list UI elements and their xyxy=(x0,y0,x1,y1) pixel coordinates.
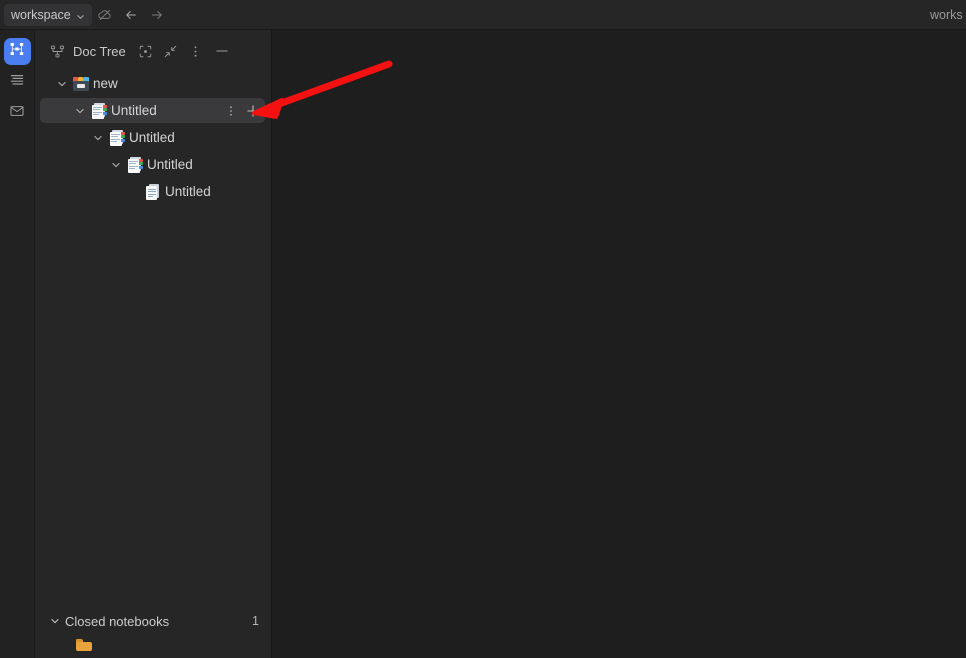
top-bar: workspace works xyxy=(0,0,966,30)
activity-rail xyxy=(0,30,35,658)
bookmark-tabs-icon xyxy=(125,156,145,173)
closed-notebooks-section: Closed notebooks 1 xyxy=(35,609,271,658)
bookmark-tabs-icon xyxy=(107,129,127,146)
chevron-down-icon[interactable] xyxy=(49,615,63,627)
main-content-area xyxy=(272,30,966,658)
card-index-dividers-icon xyxy=(71,76,91,92)
more-vertical-icon[interactable] xyxy=(186,42,205,61)
doc-tree-icon xyxy=(48,42,67,61)
rail-item-doc-tree[interactable] xyxy=(3,38,31,65)
closed-notebooks-label: Closed notebooks xyxy=(65,613,170,629)
collapse-arrows-icon[interactable] xyxy=(161,42,180,61)
doc-tree-icon xyxy=(9,41,25,62)
tree-row-label: Untitled xyxy=(129,130,175,145)
doc-tree-list: new Untitled Untitled Untitled Untitled xyxy=(35,66,271,609)
outline-icon xyxy=(9,72,25,93)
chevron-down-icon[interactable] xyxy=(89,129,107,147)
tree-row-label: Untitled xyxy=(147,157,193,172)
page-facing-up-icon xyxy=(143,183,163,200)
tree-row-label: Untitled xyxy=(111,103,157,118)
chevron-down-icon xyxy=(76,10,85,19)
tree-row-label: Untitled xyxy=(165,184,211,199)
rail-item-outline[interactable] xyxy=(4,69,31,96)
mail-icon xyxy=(9,103,25,124)
tree-row-label: new xyxy=(93,76,118,91)
chevron-down-icon[interactable] xyxy=(71,102,89,120)
closed-notebook-item[interactable] xyxy=(35,633,271,658)
chevron-down-icon[interactable] xyxy=(53,75,71,93)
more-vertical-icon[interactable] xyxy=(221,101,240,120)
tree-row-doc-3[interactable]: Untitled xyxy=(40,152,265,177)
folder-icon xyxy=(76,637,92,655)
focus-target-icon[interactable] xyxy=(136,42,155,61)
panel-title: Doc Tree xyxy=(73,43,126,59)
workspace-selector-label: workspace xyxy=(11,7,71,22)
chevron-down-icon[interactable] xyxy=(107,156,125,174)
tree-row-doc-4[interactable]: Untitled xyxy=(40,179,265,204)
closed-notebooks-header[interactable]: Closed notebooks 1 xyxy=(35,609,271,633)
panel-header: Doc Tree xyxy=(35,36,271,66)
workspace-selector-button[interactable]: workspace xyxy=(4,3,92,26)
tree-row-doc-2[interactable]: Untitled xyxy=(40,125,265,150)
doc-tree-panel: Doc Tree new Untitled Untitled Untitled … xyxy=(35,30,272,658)
forward-navigation-button[interactable] xyxy=(144,4,170,26)
minimize-icon[interactable] xyxy=(213,42,232,61)
back-navigation-button[interactable] xyxy=(118,4,144,26)
bookmark-tabs-icon xyxy=(89,102,109,119)
plus-icon[interactable] xyxy=(243,101,262,120)
tree-row-notebook-new[interactable]: new xyxy=(40,71,265,96)
tree-row-actions xyxy=(221,101,265,120)
workspace-name-right: works xyxy=(930,7,963,22)
rail-item-inbox[interactable] xyxy=(4,100,31,127)
closed-notebooks-count: 1 xyxy=(252,614,259,628)
tree-row-doc-1-selected[interactable]: Untitled xyxy=(40,98,265,123)
cloud-off-icon[interactable] xyxy=(92,4,118,26)
